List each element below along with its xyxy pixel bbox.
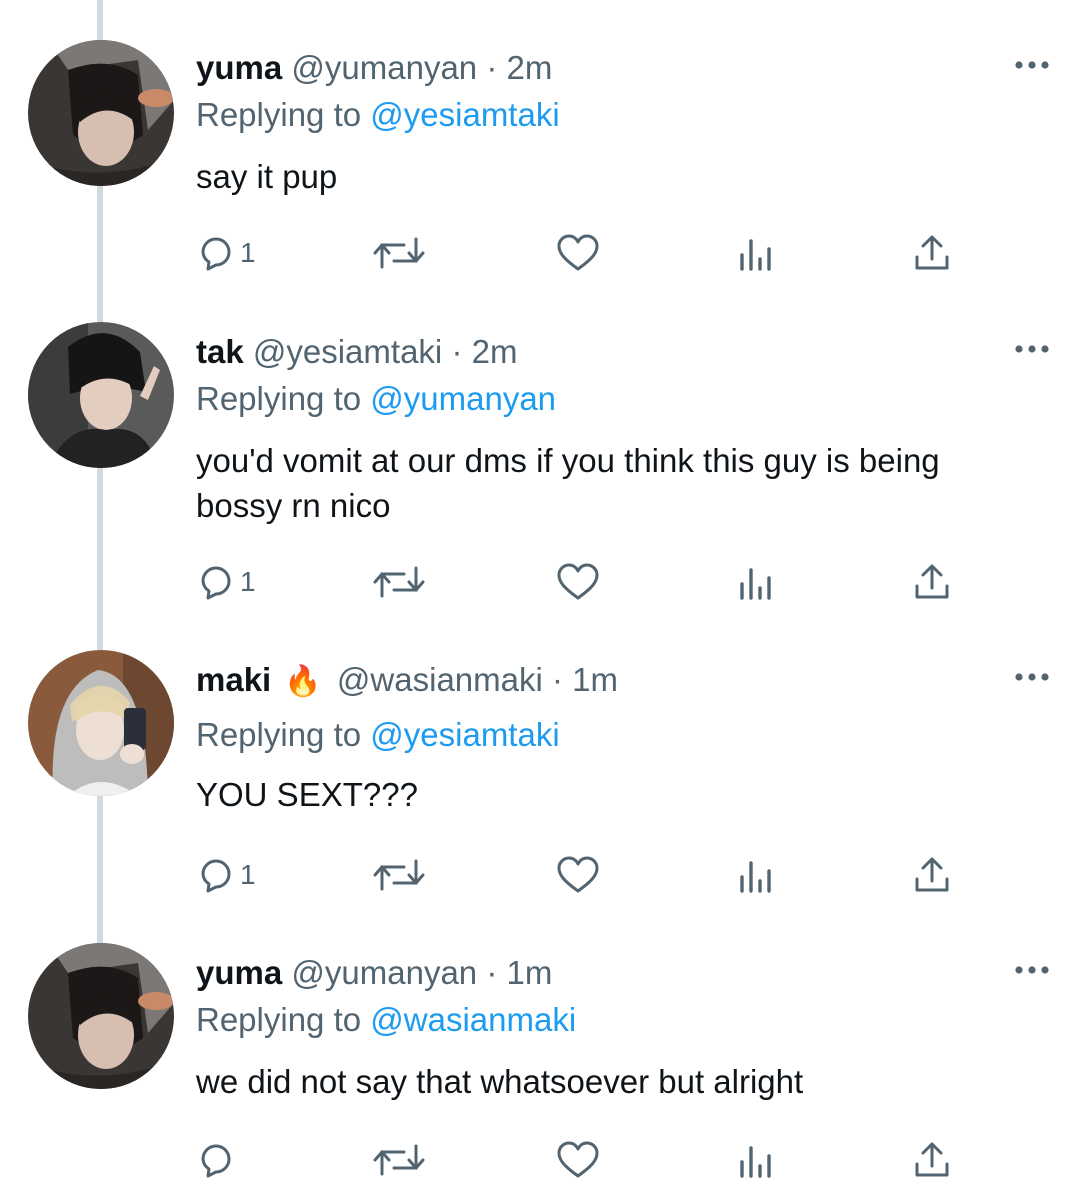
like-button[interactable] xyxy=(556,557,600,607)
reply-button[interactable]: 1 xyxy=(196,228,256,278)
share-button[interactable] xyxy=(912,228,952,278)
views-icon xyxy=(736,233,776,273)
views-icon xyxy=(736,1140,776,1180)
share-icon xyxy=(912,562,952,602)
username[interactable]: @wasianmaki xyxy=(337,661,543,698)
views-button[interactable] xyxy=(736,850,776,900)
like-button[interactable] xyxy=(556,850,600,900)
separator: · xyxy=(451,333,463,370)
retweet-button[interactable] xyxy=(372,228,426,278)
like-icon xyxy=(556,1140,600,1180)
fire-emoji: 🔥 xyxy=(284,665,322,698)
views-icon xyxy=(736,562,776,602)
separator: · xyxy=(552,661,563,698)
action-bar xyxy=(196,1135,996,1185)
like-button[interactable] xyxy=(556,1135,600,1185)
retweet-icon xyxy=(372,855,426,895)
avatar[interactable] xyxy=(28,322,174,468)
timestamp[interactable]: 2m xyxy=(507,49,553,86)
tweet-text: we did not say that whatsoever but alrig… xyxy=(196,1063,804,1100)
timestamp[interactable]: 1m xyxy=(572,661,618,698)
views-button[interactable] xyxy=(736,557,776,607)
reply-count: 1 xyxy=(240,566,256,597)
share-button[interactable] xyxy=(912,1135,952,1185)
avatar[interactable] xyxy=(28,943,174,1089)
share-button[interactable] xyxy=(912,557,952,607)
share-icon xyxy=(912,1140,952,1180)
tweet-text: say it pup xyxy=(196,158,338,195)
avatar[interactable] xyxy=(28,650,174,796)
replying-to: Replying to @yesiamtaki xyxy=(196,95,560,135)
retweet-button[interactable] xyxy=(372,1135,426,1185)
views-button[interactable] xyxy=(736,228,776,278)
tweet[interactable]: yuma @yumanyan · 2m Replying to @yesiamt… xyxy=(0,38,1091,288)
reply-button[interactable]: 1 xyxy=(196,557,256,607)
reply-count: 1 xyxy=(240,859,256,890)
share-icon xyxy=(912,855,952,895)
more-icon[interactable] xyxy=(1010,955,1054,985)
display-name[interactable]: yuma xyxy=(196,954,282,991)
like-button[interactable] xyxy=(556,228,600,278)
username[interactable]: @yumanyan xyxy=(291,954,477,991)
separator: · xyxy=(486,49,498,86)
display-name[interactable]: maki xyxy=(196,661,271,698)
replying-to-label: Replying to xyxy=(196,1001,362,1038)
mention-link[interactable]: @yesiamtaki xyxy=(370,96,559,133)
mention-link[interactable]: @wasianmaki xyxy=(370,1001,576,1038)
action-bar: 1 xyxy=(196,228,996,278)
reply-button[interactable] xyxy=(196,1135,240,1185)
mention-link[interactable]: @yumanyan xyxy=(370,380,556,417)
display-name[interactable]: tak xyxy=(196,333,244,370)
tweet[interactable]: maki 🔥 @wasianmaki · 1m Replying to @yes… xyxy=(0,650,1091,920)
replying-to-label: Replying to xyxy=(196,96,362,133)
username[interactable]: @yesiamtaki xyxy=(253,333,442,370)
replying-to: Replying to @wasianmaki xyxy=(196,1000,576,1040)
views-icon xyxy=(736,855,776,895)
more-icon[interactable] xyxy=(1010,334,1054,364)
retweet-icon xyxy=(372,562,426,602)
tweet-text: YOU SEXT??? xyxy=(196,776,418,813)
display-name[interactable]: yuma xyxy=(196,49,282,86)
replying-to-label: Replying to xyxy=(196,716,362,753)
replying-to: Replying to @yumanyan xyxy=(196,379,556,419)
more-icon[interactable] xyxy=(1010,50,1054,80)
replying-to-label: Replying to xyxy=(196,380,362,417)
thread-line xyxy=(97,0,103,40)
retweet-button[interactable] xyxy=(372,557,426,607)
tweet-header: tak @yesiamtaki · 2m xyxy=(196,332,517,372)
like-icon xyxy=(556,855,600,895)
reply-icon xyxy=(196,1140,236,1180)
avatar[interactable] xyxy=(28,40,174,186)
replying-to: Replying to @yesiamtaki xyxy=(196,715,560,755)
tweet[interactable]: yuma @yumanyan · 1m Replying to @wasianm… xyxy=(0,943,1091,1200)
share-icon xyxy=(912,233,952,273)
reply-icon xyxy=(196,562,236,602)
retweet-icon xyxy=(372,233,426,273)
action-bar: 1 xyxy=(196,850,996,900)
tweet-header: yuma @yumanyan · 1m xyxy=(196,953,552,993)
reply-icon xyxy=(196,233,236,273)
tweet-header: maki 🔥 @wasianmaki · 1m xyxy=(196,660,618,702)
like-icon xyxy=(556,233,600,273)
tweet-text: you'd vomit at our dms if you think this… xyxy=(196,442,940,524)
timestamp[interactable]: 2m xyxy=(472,333,518,370)
retweet-button[interactable] xyxy=(372,850,426,900)
reply-icon xyxy=(196,855,236,895)
separator: · xyxy=(486,954,498,991)
retweet-icon xyxy=(372,1140,426,1180)
share-button[interactable] xyxy=(912,850,952,900)
more-icon[interactable] xyxy=(1010,662,1054,692)
timestamp[interactable]: 1m xyxy=(507,954,553,991)
action-bar: 1 xyxy=(196,557,996,607)
mention-link[interactable]: @yesiamtaki xyxy=(370,716,559,753)
reply-button[interactable]: 1 xyxy=(196,850,256,900)
username[interactable]: @yumanyan xyxy=(291,49,477,86)
tweet[interactable]: tak @yesiamtaki · 2m Replying to @yumany… xyxy=(0,322,1091,622)
tweet-header: yuma @yumanyan · 2m xyxy=(196,48,552,88)
like-icon xyxy=(556,562,600,602)
reply-count: 1 xyxy=(240,237,256,268)
views-button[interactable] xyxy=(736,1135,776,1185)
